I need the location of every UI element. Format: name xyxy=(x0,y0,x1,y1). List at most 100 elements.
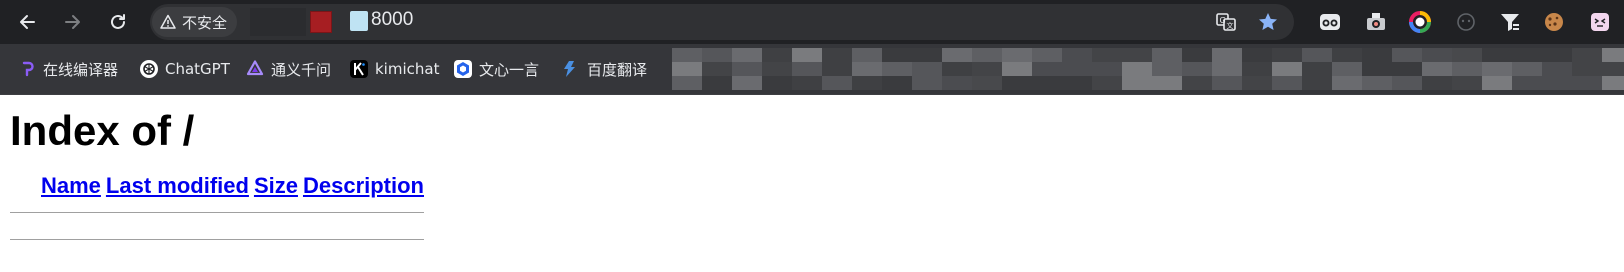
mosaic-cell xyxy=(1392,62,1422,77)
bookmark-baidu-translate[interactable]: 百度翻译 xyxy=(556,54,653,84)
directory-listing: Name Last modified Size Description xyxy=(10,173,424,240)
sort-size-link[interactable]: Size xyxy=(254,173,298,198)
bookmark-tongyi[interactable]: 通义千问 xyxy=(240,54,337,84)
extension-face[interactable] xyxy=(1586,8,1614,36)
extension-color-ring[interactable] xyxy=(1406,8,1434,36)
extension-camera[interactable] xyxy=(1362,8,1390,36)
mosaic-cell xyxy=(1032,48,1062,63)
forward-button[interactable] xyxy=(58,8,86,36)
mosaic-cell xyxy=(1392,76,1422,90)
mosaic-cell xyxy=(1512,76,1542,90)
mosaic-cell xyxy=(762,48,792,63)
mosaic-cell xyxy=(1152,62,1182,77)
page-title: Index of / xyxy=(10,107,195,154)
mosaic-cell xyxy=(1032,76,1062,90)
color-ring-icon xyxy=(1409,11,1431,33)
extension-filter[interactable] xyxy=(1496,8,1524,36)
security-chip[interactable]: 不安全 xyxy=(152,7,238,37)
mosaic-cell xyxy=(1002,48,1032,63)
extension-cookie[interactable] xyxy=(1540,8,1568,36)
translate-icon: G文 xyxy=(1216,13,1236,31)
mosaic-cell xyxy=(1542,48,1572,63)
bookmarks-bar: 在线编译器 ChatGPT 通义千问 kimichat 文心一言 百度翻译 xyxy=(0,44,1624,95)
mosaic-cell xyxy=(1332,76,1362,90)
bookmark-kimi[interactable]: kimichat xyxy=(344,54,445,84)
mosaic-cell xyxy=(672,62,702,77)
mosaic-cell xyxy=(1152,76,1182,90)
mosaic-cell xyxy=(852,62,882,77)
mosaic-cell xyxy=(1362,76,1392,90)
bookmark-compiler[interactable]: 在线编译器 xyxy=(12,54,124,84)
mosaic-cell xyxy=(1392,48,1422,63)
kimi-icon xyxy=(350,60,368,78)
tongyi-icon xyxy=(246,60,264,78)
back-button[interactable] xyxy=(14,8,42,36)
mosaic-cell xyxy=(1602,48,1624,63)
bookmark-star-button[interactable] xyxy=(1254,8,1282,36)
mosaic-cell xyxy=(1302,62,1332,77)
mosaic-cell xyxy=(702,62,732,77)
mosaic-cell xyxy=(1092,76,1122,90)
mosaic-cell xyxy=(732,48,762,63)
mosaic-cell xyxy=(882,76,912,90)
security-label: 不安全 xyxy=(182,13,228,32)
reload-button[interactable] xyxy=(104,8,132,36)
compiler-icon xyxy=(18,60,36,78)
star-icon xyxy=(1259,13,1277,30)
mosaic-cell xyxy=(1182,76,1212,90)
bookmark-label: 文心一言 xyxy=(479,60,540,79)
redacted-mark xyxy=(310,11,332,33)
mosaic-cell xyxy=(702,48,732,63)
mosaic-cell xyxy=(672,76,702,90)
bookmark-chatgpt[interactable]: ChatGPT xyxy=(134,54,236,84)
mosaic-cell xyxy=(1242,76,1272,90)
warning-icon xyxy=(160,14,176,29)
mosaic-cell xyxy=(1002,76,1032,90)
mosaic-cell xyxy=(762,62,792,77)
redacted-host xyxy=(250,8,306,36)
extension-ghost[interactable] xyxy=(1452,8,1480,36)
face-icon xyxy=(1591,13,1609,31)
mosaic-cell xyxy=(1602,62,1624,77)
mosaic-cell xyxy=(1122,62,1152,77)
goggles-icon xyxy=(1320,14,1340,30)
sort-last-modified-link[interactable]: Last modified xyxy=(106,173,249,198)
mosaic-cell xyxy=(792,48,822,63)
mosaic-cell xyxy=(1092,48,1122,63)
mosaic-cell xyxy=(732,62,762,77)
mosaic-cell xyxy=(1242,62,1272,77)
mosaic-cell xyxy=(1512,48,1542,63)
extension-goggles[interactable] xyxy=(1316,8,1344,36)
mosaic-cell xyxy=(1272,62,1302,77)
bookmark-label: ChatGPT xyxy=(165,60,230,78)
listing-header-row: Name Last modified Size Description xyxy=(10,173,424,199)
separator-row xyxy=(10,199,424,213)
mosaic-cell xyxy=(822,62,852,77)
mosaic-cell xyxy=(702,76,732,90)
mosaic-cell xyxy=(1182,48,1212,63)
sort-name-link[interactable]: Name xyxy=(41,173,101,198)
mosaic-cell xyxy=(1152,48,1182,63)
mosaic-cell xyxy=(912,62,942,77)
translate-button[interactable]: G文 xyxy=(1212,8,1240,36)
bookmark-wenxin[interactable]: 文心一言 xyxy=(448,54,545,84)
forward-arrow-icon xyxy=(65,15,80,29)
page-icon xyxy=(350,11,368,31)
bookmark-label: 百度翻译 xyxy=(587,60,648,79)
url-text[interactable]: 8000 xyxy=(371,9,413,31)
mosaic-cell xyxy=(1452,62,1482,77)
mosaic-cell xyxy=(1452,76,1482,90)
page-content: Index of / Name Last modified Size Descr… xyxy=(0,95,1624,240)
mosaic-cell xyxy=(942,62,972,77)
mosaic-cell xyxy=(1212,76,1242,90)
filter-icon xyxy=(1501,14,1519,31)
mosaic-cell xyxy=(822,48,852,63)
mosaic-cell xyxy=(1362,48,1392,63)
mosaic-cell xyxy=(1062,48,1092,63)
sort-description-link[interactable]: Description xyxy=(303,173,424,198)
bookmark-label: 在线编译器 xyxy=(43,60,119,79)
camera-icon xyxy=(1367,13,1385,30)
back-arrow-icon xyxy=(20,15,35,29)
mosaic-cell xyxy=(1572,62,1602,77)
mosaic-cell xyxy=(852,76,882,90)
